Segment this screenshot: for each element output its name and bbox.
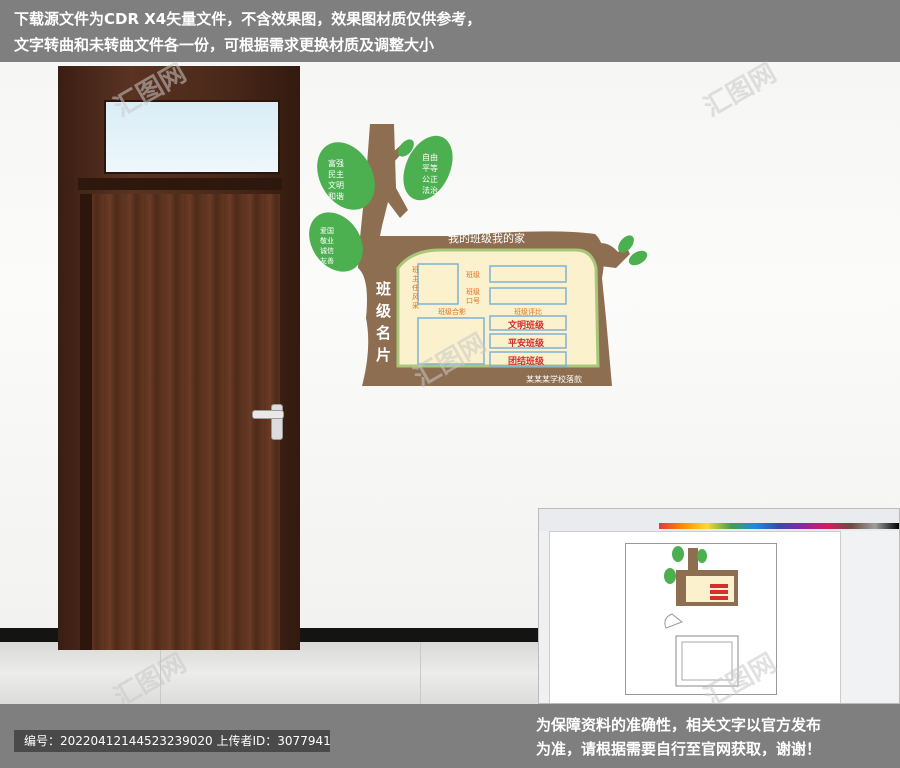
leaf-small-right-2 <box>628 250 648 266</box>
leaf-word: 文明 <box>328 181 344 190</box>
door-shadow <box>80 194 92 650</box>
label-line: 口号 <box>466 297 480 305</box>
leaf-word: 自由 <box>422 153 438 162</box>
notice-line-2: 为准，请根据需要自行至官网获取，谢谢！ <box>536 740 822 758</box>
label-char: 主 <box>412 275 419 283</box>
label-char: 采 <box>412 302 419 310</box>
notice-line-1: 为保障资料的准确性，相关文字以官方发布 <box>536 716 822 734</box>
award-1: 文明班级 <box>508 321 545 331</box>
board-header: 我的班级我的家 <box>448 232 525 245</box>
door-leaf <box>84 194 280 650</box>
award-2: 平安班级 <box>508 339 545 349</box>
award-3: 团结班级 <box>508 357 545 367</box>
title-char: 班 <box>376 280 392 298</box>
transom-window <box>104 100 280 174</box>
leaf-text-top-left: 富强 民主 文明 和谐 <box>316 158 356 202</box>
leaf-word: 平等 <box>422 164 438 173</box>
door-header-bar <box>78 178 282 190</box>
leaf-word: 敬业 <box>320 237 334 245</box>
label-line: 班级 <box>466 288 480 296</box>
floor-tile-line <box>420 642 421 704</box>
top-banner: 下载源文件为CDR X4矢量文件，不含效果图，效果图材质仅供参考， 文字转曲和未… <box>0 0 900 62</box>
label-char: 班 <box>412 266 419 274</box>
preview-docker <box>840 531 899 703</box>
class-label: 班级 <box>466 271 480 279</box>
leaf-word: 民主 <box>328 170 344 179</box>
title-char: 名 <box>376 324 392 342</box>
leaf-word: 法治 <box>422 186 438 195</box>
id-line: 编号：20220412144523239020 上传者ID：3077941 <box>14 730 331 752</box>
board-footer: 某某某学校落款 <box>526 375 582 384</box>
leaf-word: 诚信 <box>320 247 334 255</box>
label-char: 任 <box>412 284 419 292</box>
leaf-text-bottom-left: 爱国 敬业 诚信 友善 <box>310 226 344 266</box>
door-handle[interactable] <box>252 410 284 419</box>
leaf-word: 富强 <box>328 159 344 168</box>
banner-line-1: 下载源文件为CDR X4矢量文件，不含效果图，效果图材质仅供参考， <box>14 10 482 28</box>
leaf-word: 公正 <box>422 175 438 184</box>
slogan-label: 班级 口号 <box>466 288 480 306</box>
preview-toolbox <box>539 531 550 703</box>
leaf-word: 友善 <box>320 257 334 265</box>
label-char: 风 <box>412 293 419 301</box>
board-title-vertical: 班 级 名 片 <box>376 278 391 366</box>
preview-board <box>664 546 739 687</box>
banner-line-2: 文字转曲和未转曲文件各一份，可根据需求更换材质及调整大小 <box>14 36 435 54</box>
leaf-word: 爱国 <box>320 227 334 235</box>
preview-page <box>625 543 777 695</box>
software-preview <box>538 508 900 704</box>
leaf-text-top-right: 自由 平等 公正 法治 <box>412 152 448 196</box>
floor-tile-line <box>160 642 161 704</box>
title-char: 片 <box>376 346 392 364</box>
preview-color-palette <box>659 523 899 529</box>
leaf-word: 和谐 <box>328 192 344 201</box>
teacher-label: 班 主 任 风 采 <box>412 266 422 311</box>
evaluation-label: 班级评比 <box>514 308 542 316</box>
group-photo-label: 班级合影 <box>438 308 466 316</box>
title-char: 级 <box>376 302 392 320</box>
